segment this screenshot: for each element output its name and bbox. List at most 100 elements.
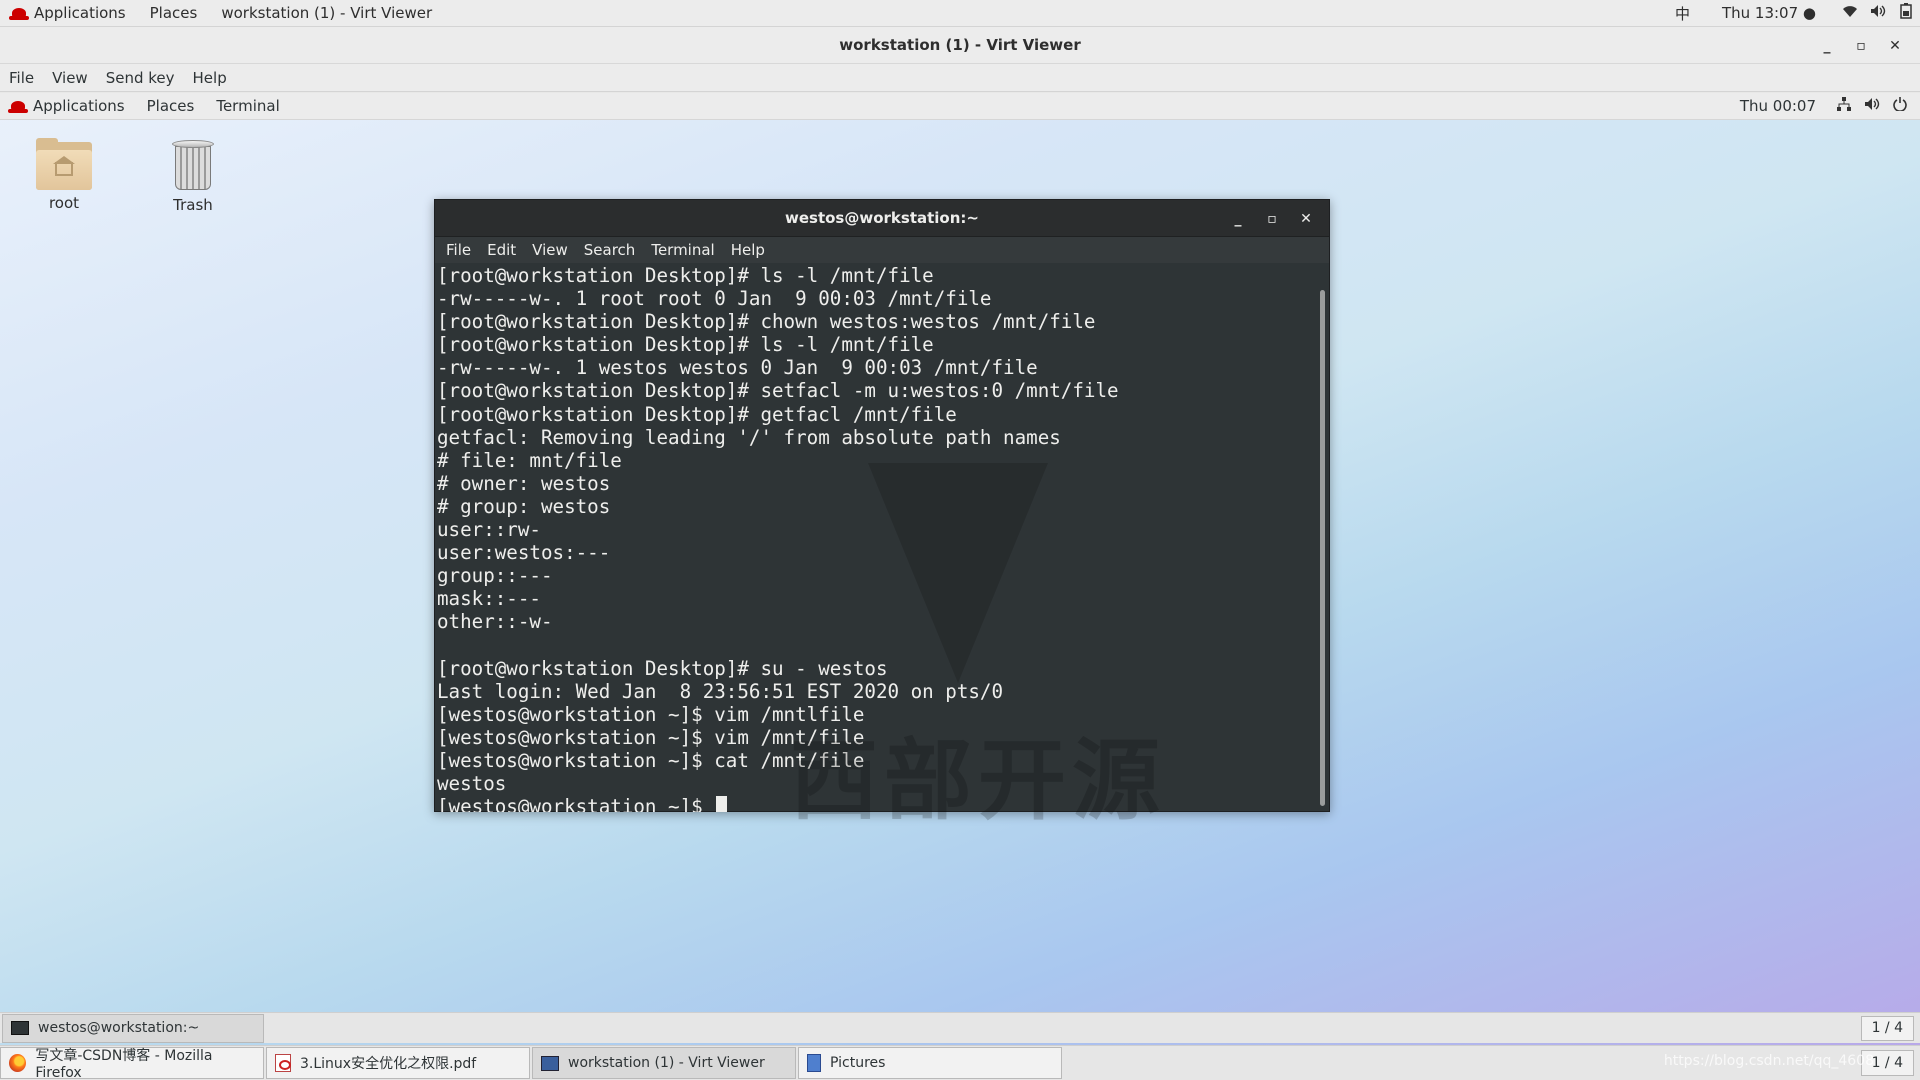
firefox-icon: [9, 1054, 27, 1072]
terminal-menu-view[interactable]: View: [524, 241, 576, 259]
terminal-menu-search[interactable]: Search: [576, 241, 644, 259]
host-task-label: 3.Linux安全优化之权限.pdf: [300, 1056, 477, 1072]
host-active-app[interactable]: workstation (1) - Virt Viewer: [209, 0, 444, 27]
viewer-menu-file[interactable]: File: [0, 69, 43, 87]
power-icon[interactable]: [1886, 97, 1914, 115]
terminal-menu-file[interactable]: File: [438, 241, 479, 259]
input-method-indicator[interactable]: 中: [1663, 0, 1702, 27]
terminal-line: other::-w-: [437, 610, 553, 634]
host-task-label: 写文章-CSDN博客 - Mozilla Firefox: [35, 1048, 213, 1080]
terminal-line: # owner: westos: [437, 471, 611, 495]
terminal-line: # file: mnt/file: [437, 448, 622, 472]
desktop-icon-label: root: [48, 194, 80, 212]
host-places-label: Places: [149, 4, 198, 22]
terminal-line: [root@workstation Desktop]# chown westos…: [437, 310, 1096, 334]
guest-window-list: westos@workstation:~ 1 / 4: [0, 1012, 1920, 1043]
viewer-close-button[interactable]: ✕: [1878, 38, 1912, 54]
viewer-title-bar: workstation (1) - Virt Viewer _ ▫ ✕: [0, 27, 1920, 64]
terminal-line: westos: [437, 772, 507, 796]
host-clock[interactable]: Thu 13:07 ●: [1702, 0, 1836, 27]
host-top-bar: Applications Places workstation (1) - Vi…: [0, 0, 1920, 27]
desktop-icon-root[interactable]: root: [24, 138, 104, 212]
host-clock-label: Thu 13:07 ●: [1721, 4, 1816, 22]
guest-clock-label: Thu 00:07: [1739, 97, 1816, 115]
terminal-scrollbar[interactable]: [1317, 264, 1327, 812]
guest-places-menu[interactable]: Places: [136, 97, 206, 115]
scrollbar-thumb[interactable]: [1320, 290, 1325, 806]
terminal-minimize-button[interactable]: _: [1221, 211, 1255, 227]
terminal-window[interactable]: westos@workstation:~ _ ▫ ✕ File Edit Vie…: [434, 199, 1330, 812]
guest-volume-icon[interactable]: [1858, 97, 1886, 115]
terminal-line: user:westos:---: [437, 541, 611, 565]
viewer-title: workstation (1) - Virt Viewer: [839, 36, 1081, 54]
guest-clock[interactable]: Thu 00:07: [1726, 97, 1830, 115]
virt-viewer-icon: [541, 1055, 559, 1071]
terminal-menu-bar: File Edit View Search Terminal Help: [435, 237, 1329, 263]
terminal-line: Last login: Wed Jan 8 23:56:51 EST 2020 …: [437, 679, 1004, 703]
host-task-firefox[interactable]: 写文章-CSDN博客 - Mozilla Firefox: [0, 1047, 264, 1080]
host-task-label: workstation (1) - Virt Viewer: [568, 1055, 765, 1071]
guest-applications-menu[interactable]: Applications: [0, 97, 136, 115]
terminal-output[interactable]: [root@workstation Desktop]# ls -l /mnt/f…: [435, 264, 1315, 812]
volume-icon[interactable]: [1864, 4, 1892, 22]
guest-terminal-label: Terminal: [216, 97, 280, 115]
terminal-line: -rw-----w-. 1 westos westos 0 Jan 9 00:0…: [437, 356, 1038, 380]
wifi-icon[interactable]: [1836, 4, 1864, 22]
network-icon[interactable]: [1830, 97, 1858, 115]
guest-applications-label: Applications: [33, 97, 125, 115]
terminal-line: [westos@workstation ~]$ vim /mnt/file: [437, 725, 865, 749]
viewer-menu-send-key[interactable]: Send key: [97, 69, 184, 87]
guest-top-bar: Applications Places Terminal Thu 00:07: [0, 93, 1920, 120]
trash-icon: [170, 138, 216, 192]
terminal-line: mask::---: [437, 587, 541, 611]
viewer-maximize-button[interactable]: ▫: [1844, 38, 1878, 54]
url-watermark: https://blog.csdn.net/qq_4608: [1663, 1053, 1874, 1069]
terminal-cursor: [716, 796, 728, 812]
guest-terminal-menu[interactable]: Terminal: [205, 97, 290, 115]
viewer-menu-bar: File View Send key Help: [0, 64, 1920, 92]
terminal-close-button[interactable]: ✕: [1289, 211, 1323, 227]
host-task-pdf[interactable]: 3.Linux安全优化之权限.pdf: [266, 1047, 530, 1079]
pictures-icon: [807, 1054, 821, 1072]
terminal-line: getfacl: Removing leading '/' from absol…: [437, 425, 1061, 449]
terminal-title-bar[interactable]: westos@workstation:~ _ ▫ ✕: [435, 200, 1329, 237]
host-places-menu[interactable]: Places: [138, 0, 210, 27]
terminal-line: [root@workstation Desktop]# ls -l /mnt/f…: [437, 333, 934, 357]
viewer-minimize-button[interactable]: _: [1810, 38, 1844, 54]
desktop-icon-trash[interactable]: Trash: [153, 138, 233, 214]
guest-places-label: Places: [146, 97, 195, 115]
terminal-menu-terminal[interactable]: Terminal: [643, 241, 722, 259]
viewer-menu-view[interactable]: View: [43, 69, 97, 87]
host-pager-label: 1 / 4: [1871, 1055, 1903, 1071]
terminal-line: [westos@workstation ~]$ cat /mnt/file: [437, 748, 865, 772]
battery-icon[interactable]: [1892, 3, 1920, 23]
host-applications-menu[interactable]: Applications: [0, 0, 138, 27]
terminal-line: [root@workstation Desktop]# getfacl /mnt…: [437, 402, 957, 426]
viewer-menu-help[interactable]: Help: [184, 69, 236, 87]
terminal-line: user::rw-: [437, 518, 541, 542]
home-folder-icon: [36, 138, 92, 190]
guest-workspace-pager[interactable]: 1 / 4: [1860, 1015, 1914, 1041]
terminal-prompt: [westos@workstation ~]$: [437, 795, 715, 812]
guest-display[interactable]: Applications Places Terminal Thu 00:07 r…: [0, 93, 1920, 1080]
guest-task-terminal[interactable]: westos@workstation:~: [2, 1013, 264, 1043]
host-window-list: 写文章-CSDN博客 - Mozilla Firefox 3.Linux安全优化…: [0, 1045, 1920, 1080]
redhat-icon: [9, 8, 29, 20]
terminal-menu-edit[interactable]: Edit: [479, 241, 524, 259]
terminal-line: # group: westos: [437, 494, 611, 518]
terminal-menu-help[interactable]: Help: [723, 241, 773, 259]
terminal-line: [root@workstation Desktop]# setfacl -m u…: [437, 379, 1119, 403]
desktop-icon-label: Trash: [173, 196, 213, 214]
terminal-maximize-button[interactable]: ▫: [1255, 211, 1289, 227]
host-active-app-label: workstation (1) - Virt Viewer: [221, 4, 433, 22]
host-task-pictures[interactable]: Pictures: [798, 1047, 1062, 1079]
terminal-line: [westos@workstation ~]$ vim /mntlfile: [437, 702, 865, 726]
host-applications-label: Applications: [34, 4, 126, 22]
host-task-virt-viewer[interactable]: workstation (1) - Virt Viewer: [532, 1047, 796, 1079]
terminal-prompt-line[interactable]: [westos@workstation ~]$: [437, 795, 1315, 812]
input-method-label: 中: [1674, 4, 1690, 23]
pdf-icon: [275, 1054, 291, 1072]
terminal-line: [root@workstation Desktop]# ls -l /mnt/f…: [437, 264, 934, 287]
terminal-line: [root@workstation Desktop]# su - westos: [437, 656, 888, 680]
